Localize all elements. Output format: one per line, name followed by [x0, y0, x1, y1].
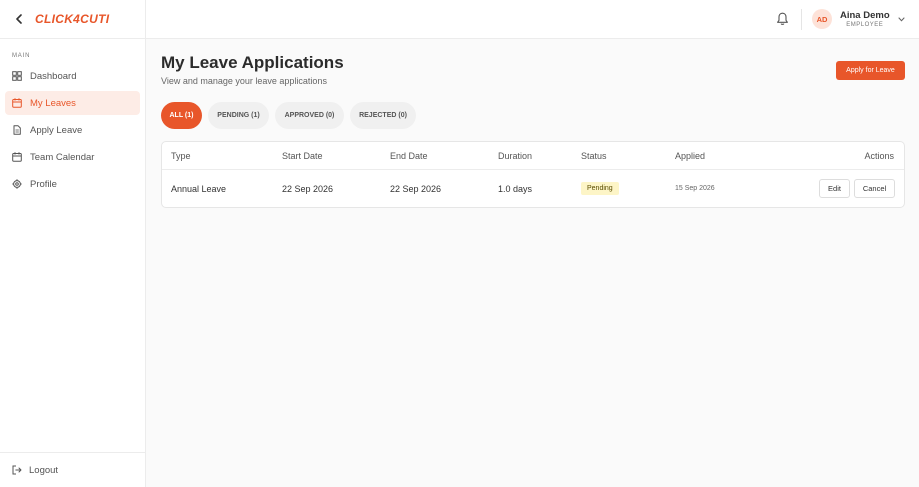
status-badge: Pending	[581, 182, 619, 195]
leave-table: Type Start Date End Date Duration Status…	[161, 141, 905, 208]
gear-icon	[12, 179, 22, 189]
edit-button[interactable]: Edit	[819, 179, 850, 198]
logout-icon	[12, 465, 22, 475]
cell-duration: 1.0 days	[498, 184, 533, 194]
sidebar-item-profile[interactable]: Profile	[5, 172, 140, 196]
bell-icon	[777, 12, 788, 25]
table-row: Annual Leave 22 Sep 2026 22 Sep 2026 1.0…	[162, 170, 904, 208]
sidebar-item-label: My Leaves	[30, 97, 76, 109]
topbar-divider	[801, 9, 802, 30]
sidebar: CLICK4CUTI MAIN Dashboard My Leaves Appl…	[0, 0, 146, 487]
tab-rejected[interactable]: REJECTED (0)	[350, 102, 416, 129]
sidebar-item-label: Apply Leave	[30, 124, 83, 136]
sidebar-header: CLICK4CUTI	[0, 0, 145, 39]
user-name: Aina Demo	[840, 9, 890, 21]
logout-button[interactable]: Logout	[0, 452, 145, 487]
column-header-status: Status	[581, 151, 607, 161]
grid-icon	[12, 71, 22, 81]
cell-start-date: 22 Sep 2026	[282, 184, 334, 194]
sidebar-item-label: Team Calendar	[30, 151, 95, 163]
cell-type: Annual Leave	[171, 184, 227, 194]
calendar-icon	[12, 98, 22, 108]
page-title: My Leave Applications	[161, 53, 344, 72]
sidebar-item-label: Profile	[30, 178, 57, 190]
cancel-button[interactable]: Cancel	[854, 179, 895, 198]
user-menu[interactable]: AD Aina Demo EMPLOYEE	[812, 7, 906, 31]
sidebar-item-team-calendar[interactable]: Team Calendar	[5, 145, 140, 169]
document-icon	[12, 125, 22, 135]
sidebar-item-apply-leave[interactable]: Apply Leave	[5, 118, 140, 142]
column-header-applied: Applied	[675, 151, 706, 161]
column-header-start-date: Start Date	[282, 151, 323, 161]
notifications-button[interactable]	[776, 12, 789, 26]
app-logo[interactable]: CLICK4CUTI	[35, 12, 109, 26]
status-tabs: ALL (1) PENDING (1) APPROVED (0) REJECTE…	[161, 102, 422, 129]
tab-approved[interactable]: APPROVED (0)	[275, 102, 344, 129]
user-role: EMPLOYEE	[846, 21, 884, 28]
sidebar-item-dashboard[interactable]: Dashboard	[5, 64, 140, 88]
sidebar-nav: Dashboard My Leaves Apply Leave Team Cal…	[0, 64, 145, 196]
avatar: AD	[812, 9, 832, 29]
tab-all[interactable]: ALL (1)	[161, 102, 202, 129]
cell-end-date: 22 Sep 2026	[390, 184, 442, 194]
sidebar-section-label: MAIN	[12, 53, 31, 59]
calendar-icon	[12, 152, 22, 162]
chevron-left-icon	[16, 14, 22, 24]
column-header-type: Type	[171, 151, 191, 161]
column-header-duration: Duration	[498, 151, 533, 161]
cell-applied: 15 Sep 2026	[675, 185, 715, 192]
apply-for-leave-button[interactable]: Apply for Leave	[836, 61, 905, 80]
chevron-down-icon	[898, 15, 906, 23]
top-bar: AD Aina Demo EMPLOYEE	[146, 0, 919, 39]
user-info: Aina Demo EMPLOYEE	[840, 10, 890, 29]
table-header: Type Start Date End Date Duration Status…	[162, 142, 904, 170]
column-header-actions: Actions	[864, 151, 894, 161]
tab-pending[interactable]: PENDING (1)	[208, 102, 269, 129]
page-subtitle: View and manage your leave applications	[161, 76, 327, 86]
column-header-end-date: End Date	[390, 151, 428, 161]
back-button[interactable]	[12, 12, 26, 26]
sidebar-item-my-leaves[interactable]: My Leaves	[5, 91, 140, 115]
sidebar-item-label: Dashboard	[30, 70, 77, 82]
logout-label: Logout	[29, 464, 59, 476]
